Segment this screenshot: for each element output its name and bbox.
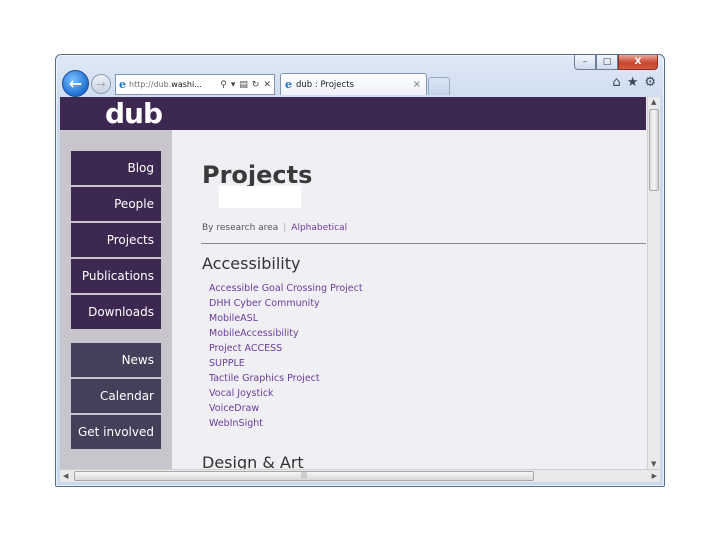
project-link[interactable]: MobileASL	[209, 311, 363, 326]
page-title: Projects	[202, 161, 313, 189]
compatibility-icon[interactable]: ▤	[239, 80, 248, 90]
scroll-down-icon[interactable]: ▼	[651, 460, 656, 468]
project-list-accessibility: Accessible Goal Crossing Project DHH Cyb…	[209, 281, 363, 431]
subnav-label: By research area	[202, 223, 279, 233]
minimize-button[interactable]: –	[574, 55, 596, 70]
tab-close-icon[interactable]: ×	[413, 79, 421, 90]
tab-projects[interactable]: e dub : Projects ×	[280, 73, 427, 95]
address-tools: ⚲ ▾ ▤ ↻ ✕	[220, 80, 274, 90]
gear-icon[interactable]: ⚙	[644, 75, 656, 90]
address-bar[interactable]: e http://dub.washi... ⚲ ▾ ▤ ↻ ✕	[115, 74, 275, 95]
stop-icon[interactable]: ✕	[263, 80, 271, 90]
project-link[interactable]: VoiceDraw	[209, 401, 363, 416]
forward-arrow-icon[interactable]: →	[91, 74, 111, 94]
browser-toolbar: ← → e http://dub.washi... ⚲ ▾ ▤ ↻ ✕ e du…	[56, 69, 664, 97]
tab-favicon-icon: e	[285, 78, 292, 91]
project-link[interactable]: WebInSight	[209, 416, 363, 431]
page-viewport: dub Blog People Projects Publications Do…	[60, 97, 660, 469]
vertical-scrollbar[interactable]: ▲ ▼	[647, 97, 660, 469]
project-link[interactable]: Accessible Goal Crossing Project	[209, 281, 363, 296]
star-icon[interactable]: ★	[627, 75, 639, 90]
home-icon[interactable]: ⌂	[612, 75, 620, 90]
section-title-design-art: Design & Art	[202, 453, 304, 469]
address-url: http://dub.washi...	[129, 80, 202, 89]
subnav-link-alphabetical[interactable]: Alphabetical	[291, 223, 347, 233]
project-link[interactable]: DHH Cyber Community	[209, 296, 363, 311]
main-content: Projects By research area | Alphabetical A…	[201, 130, 646, 469]
subnav-separator: |	[283, 223, 287, 233]
back-arrow-icon[interactable]: ←	[62, 70, 89, 97]
scroll-right-icon[interactable]: ▶	[652, 472, 657, 480]
scroll-left-icon[interactable]: ◀	[63, 472, 68, 480]
close-button[interactable]: X	[618, 55, 658, 70]
sidebar-item-blog[interactable]: Blog	[71, 151, 161, 185]
subnav: By research area | Alphabetical	[202, 223, 347, 233]
project-link[interactable]: Vocal Joystick	[209, 386, 363, 401]
command-icons: ⌂ ★ ⚙	[612, 75, 656, 90]
sidebar-item-publications[interactable]: Publications	[71, 259, 161, 293]
sidebar-item-downloads[interactable]: Downloads	[71, 295, 161, 329]
browser-window: – □ X ← → e http://dub.washi... ⚲ ▾ ▤ ↻ …	[55, 54, 665, 487]
refresh-icon[interactable]: ↻	[252, 80, 260, 90]
content-divider	[201, 243, 646, 244]
new-tab-button[interactable]	[428, 77, 450, 95]
site-logo[interactable]: dub	[105, 97, 163, 131]
chevron-down-icon[interactable]: ▾	[231, 80, 236, 90]
sidebar-item-projects[interactable]: Projects	[71, 223, 161, 257]
vertical-scroll-thumb[interactable]	[649, 109, 659, 191]
project-link[interactable]: Project ACCESS	[209, 341, 363, 356]
section-title-accessibility: Accessibility	[202, 254, 301, 273]
ie-logo-icon: e	[119, 78, 126, 91]
site-header: dub	[60, 97, 646, 130]
window-caption-buttons: – □ X	[574, 55, 658, 70]
project-link[interactable]: SUPPLE	[209, 356, 363, 371]
restore-button[interactable]: □	[596, 55, 618, 70]
sidebar: Blog People Projects Publications Downlo…	[60, 130, 172, 469]
title-overlay	[219, 186, 301, 208]
search-icon[interactable]: ⚲	[220, 80, 227, 90]
project-link[interactable]: MobileAccessibility	[209, 326, 363, 341]
horizontal-scrollbar[interactable]: ◀ ||| ▶	[60, 469, 660, 482]
sidebar-item-news[interactable]: News	[71, 343, 161, 377]
sidebar-item-people[interactable]: People	[71, 187, 161, 221]
sidebar-item-calendar[interactable]: Calendar	[71, 379, 161, 413]
project-link[interactable]: Tactile Graphics Project	[209, 371, 363, 386]
horizontal-scroll-thumb[interactable]: |||	[74, 471, 534, 481]
scroll-up-icon[interactable]: ▲	[651, 98, 656, 106]
tab-title: dub : Projects	[296, 79, 354, 90]
sidebar-item-get-involved[interactable]: Get involved	[71, 415, 161, 449]
